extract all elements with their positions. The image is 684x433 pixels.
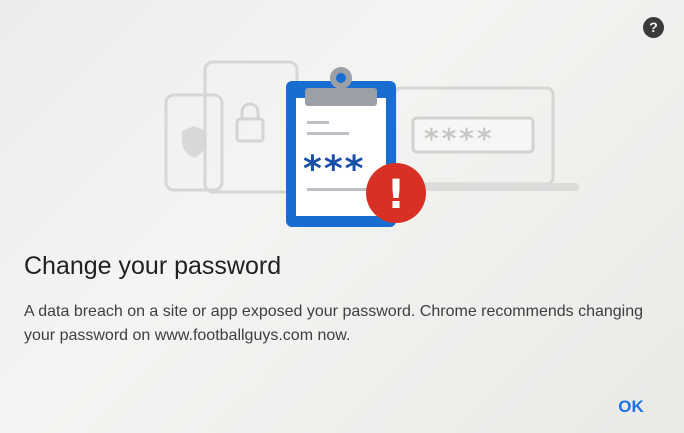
password-mask: *** bbox=[303, 149, 365, 190]
password-alert-dialog: ? **** *** ! Change your password A data… bbox=[0, 0, 684, 433]
tablet-icon bbox=[203, 60, 299, 194]
lock-icon bbox=[235, 102, 265, 143]
dialog-title: Change your password bbox=[24, 252, 282, 280]
phone-icon bbox=[164, 93, 224, 192]
dialog-message: A data breach on a site or app exposed y… bbox=[24, 303, 644, 344]
shield-icon bbox=[182, 126, 206, 158]
password-field-mask: **** bbox=[424, 122, 495, 155]
ok-button[interactable]: OK bbox=[606, 393, 656, 421]
alert-icon: ! bbox=[366, 163, 426, 223]
password-breach-illustration: **** *** ! bbox=[164, 60, 579, 227]
alert-glyph: ! bbox=[387, 172, 405, 218]
